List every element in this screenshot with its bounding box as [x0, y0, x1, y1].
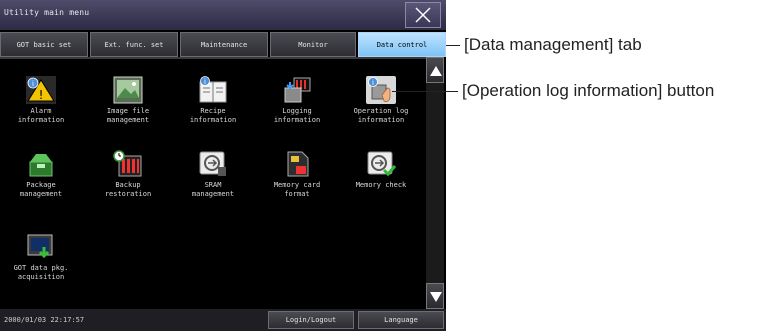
- item-label: Backup restoration: [104, 181, 152, 198]
- scroll-up-button[interactable]: [426, 57, 444, 83]
- arrow-up-icon: [430, 66, 442, 76]
- memory-check-icon: [366, 150, 397, 178]
- title-bar: Utility main menu: [0, 0, 446, 30]
- got-data-pkg-acquisition-button[interactable]: GOT data pkg. acquisition: [0, 233, 82, 282]
- got-screen: Utility main menu GOT basic set Ext. fun…: [0, 0, 446, 331]
- svg-text:!: !: [39, 88, 44, 102]
- recipe-book-icon: i: [198, 76, 228, 104]
- status-bar: 2000/01/03 22:17:57 Login/Logout Languag…: [0, 309, 446, 331]
- memory-check-button[interactable]: Memory check: [340, 150, 422, 190]
- memory-card-icon: [282, 150, 312, 178]
- language-button[interactable]: Language: [358, 311, 444, 329]
- item-label: Image file management: [106, 107, 150, 124]
- scrollbar[interactable]: [426, 57, 444, 309]
- tab-label: Ext. func. set: [104, 40, 164, 49]
- item-label: Recipe information: [189, 107, 237, 124]
- sram-icon: [198, 150, 228, 178]
- image-file-icon: [113, 76, 143, 104]
- tab-data-control[interactable]: Data control: [358, 32, 446, 57]
- operation-log-information-button[interactable]: i Operation log information: [340, 76, 422, 125]
- logging-icon: [282, 76, 312, 104]
- got-data-acquisition-icon: [26, 233, 56, 261]
- close-button[interactable]: [405, 2, 441, 28]
- tab-maintenance[interactable]: Maintenance: [180, 32, 268, 57]
- logging-information-button[interactable]: Logging information: [256, 76, 338, 125]
- tab-callout-leader: [446, 45, 460, 46]
- button-callout-leader: [392, 91, 458, 92]
- login-logout-label: Login/Logout: [285, 316, 337, 324]
- tab-label: Monitor: [298, 40, 328, 49]
- tab-label: Data control: [376, 40, 428, 49]
- svg-text:i: i: [32, 80, 34, 88]
- language-label: Language: [384, 316, 418, 324]
- item-label: Operation log information: [353, 107, 409, 124]
- package-management-button[interactable]: Package management: [0, 150, 82, 199]
- recipe-information-button[interactable]: i Recipe information: [172, 76, 254, 125]
- login-logout-button[interactable]: Login/Logout: [268, 311, 354, 329]
- image-file-management-button[interactable]: Image file management: [87, 76, 169, 125]
- svg-text:i: i: [204, 78, 206, 86]
- item-label: GOT data pkg. acquisition: [13, 264, 69, 281]
- item-label: Memory card format: [273, 181, 321, 198]
- item-label: Logging information: [273, 107, 321, 124]
- backup-restore-icon: [113, 150, 143, 178]
- svg-text:i: i: [372, 79, 374, 87]
- alarm-information-button[interactable]: ! i Alarm information: [0, 76, 82, 125]
- tab-label: Maintenance: [200, 40, 248, 49]
- tab-label: GOT basic set: [16, 40, 72, 49]
- sram-management-button[interactable]: SRAM management: [172, 150, 254, 199]
- tab-ext-func-set[interactable]: Ext. func. set: [90, 32, 178, 57]
- arrow-down-icon: [430, 292, 442, 302]
- window-title: Utility main menu: [4, 8, 90, 17]
- scroll-down-button[interactable]: [426, 283, 444, 309]
- package-icon: [26, 150, 56, 178]
- item-label: Memory check: [355, 181, 407, 189]
- item-label: SRAM management: [191, 181, 235, 198]
- memory-card-format-button[interactable]: Memory card format: [256, 150, 338, 199]
- tab-callout: [Data management] tab: [464, 35, 642, 54]
- close-icon: [415, 7, 431, 23]
- alarm-warning-icon: ! i: [26, 76, 56, 104]
- tab-got-basic-set[interactable]: GOT basic set: [0, 32, 88, 57]
- button-callout: [Operation log information] button: [462, 81, 715, 100]
- tab-monitor[interactable]: Monitor: [270, 32, 356, 57]
- operation-log-icon: i: [366, 76, 396, 104]
- item-label: Package management: [19, 181, 63, 198]
- item-label: Alarm information: [17, 107, 65, 124]
- datetime-display: 2000/01/03 22:17:57: [4, 316, 85, 324]
- tab-bar: GOT basic set Ext. func. set Maintenance…: [0, 32, 446, 57]
- backup-restoration-button[interactable]: Backup restoration: [87, 150, 169, 199]
- menu-content: ! i Alarm information Image file managem…: [0, 57, 426, 311]
